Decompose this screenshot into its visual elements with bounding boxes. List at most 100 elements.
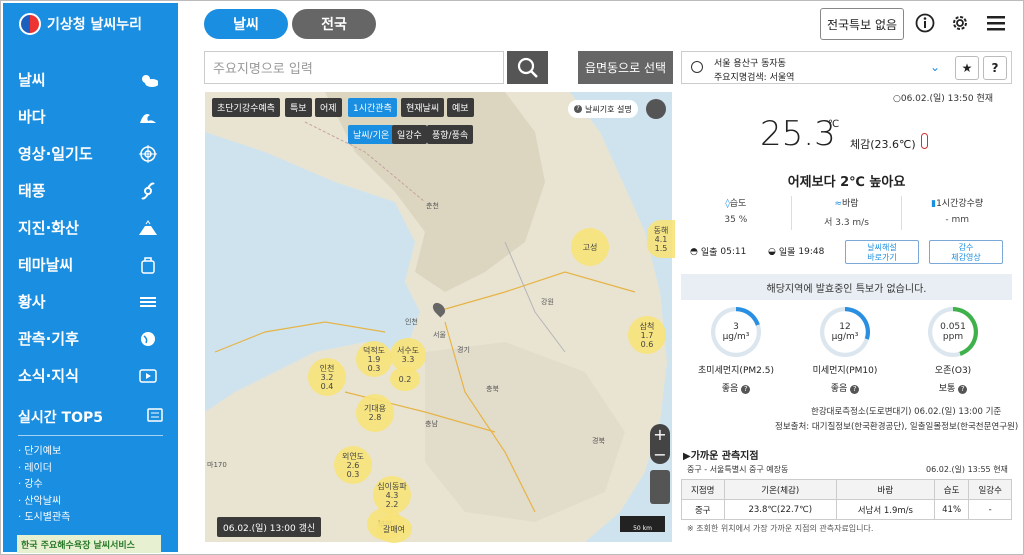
map-chip-forecast[interactable]: 예보 [447,98,474,117]
sidebar-item-dust[interactable]: 황사 [3,283,178,320]
station-value: 3.2 [320,372,334,382]
station-bubble[interactable]: 인천 3.2 0.4 [308,358,346,396]
sidebar-item-theme[interactable]: 테마날씨 [3,246,178,283]
air-name: 미세먼지(PM10) [812,366,878,376]
beach-weather-banner[interactable]: 한국 주요해수욕장 날씨서비스 [17,535,161,553]
map-chip-hourly-obs[interactable]: 1시간관측 [348,98,397,117]
station-name: 덕적도 [362,345,386,355]
map-chip-nowcast[interactable]: 초단기강수예측 [212,98,280,117]
nearby-station-table: 지점명 기온(체감) 바람 습도 일강수 중구 23.8℃(22.7℃) 서남서… [681,479,1012,520]
wind-icon: ≈ [834,199,842,209]
station-bubble[interactable]: 갈매여 [376,515,412,543]
sunset-icon: ◒ [768,246,776,257]
sidebar-item-label: 영상·일기도 [18,145,93,163]
station-value: 0.2 [398,374,412,384]
sidebar-item-weather[interactable]: 날씨 [3,61,178,98]
site-logo[interactable]: 기상청 날씨누리 [19,13,142,35]
sidebar-item-observation[interactable]: 관측·기후 [3,320,178,357]
list-icon[interactable] [147,408,163,426]
search-input[interactable]: 주요지명으로 입력 [204,51,504,84]
humidity-label: ◊습도 [681,196,791,209]
humidity-value: 35 % [724,215,748,225]
sidebar-item-earthquake[interactable]: 지진·화산 [3,209,178,246]
map-updated-time: 06.02.(일) 13:00 갱신 [217,517,322,537]
station-bubble[interactable]: 기대용 2.8 [356,394,394,432]
top5-item[interactable]: 강수 [18,477,163,494]
weather-map[interactable]: 춘천 강원 인천 서울 경기 충북 충남 경북 마170 [205,92,672,542]
map-chip-current-weather[interactable]: 현재날씨 [401,98,445,117]
sidebar-item-label: 소식·지식 [18,367,79,385]
info-icon[interactable] [914,12,936,34]
city-label: 서울 [433,331,446,339]
station-bubble[interactable]: 동해 4.1 1.5 [647,220,675,258]
sunset-time: 19:48 [798,246,825,257]
info-source: 정보출처: 대기질정보(한국환경공단), 일출일몰정보(한국천문연구원) [775,422,1019,432]
sidebar-item-satellite[interactable]: 영상·일기도 [3,135,178,172]
weather-symbol-help[interactable]: ? 날씨기호 설명 [568,100,638,118]
station-value: 3.3 [401,355,415,364]
grade-help-icon[interactable]: ? [741,385,751,394]
region-select-button[interactable]: 읍면동으로 선택 [578,51,673,84]
air-grade: 좋음 ? [795,381,895,394]
weather-commentary-button[interactable]: 날씨해설 바로가기 [845,240,919,264]
station-bubble[interactable]: 외연도 2.6 0.3 [334,446,372,484]
city-label: 충북 [486,385,499,393]
station-value: 1.7 [640,330,654,340]
top5-item[interactable]: 레이더 [18,461,163,478]
grade-help-icon[interactable]: ? [958,385,968,394]
map-layer-tool[interactable] [650,470,670,504]
city-label: 충남 [425,420,438,428]
air-name: 초미세먼지(PM2.5) [698,366,774,376]
sidebar-item-label: 테마날씨 [18,256,74,274]
map-chip-warning[interactable]: 특보 [285,98,312,117]
table-header: 바람 [835,479,935,500]
search-button[interactable] [507,51,548,84]
chevron-down-icon[interactable]: ⌄ [930,60,940,74]
station-bubble[interactable]: 덕적도 1.9 0.3 [356,341,392,377]
grade-help-icon[interactable]: ? [850,385,860,394]
sidebar-item-label: 태풍 [18,182,46,200]
location-selector[interactable]: 서울 용산구 동자동 주요지명검색: 서울역 ⌄ ★ ? [681,51,1012,84]
map-chip-yesterday[interactable]: 어제 [315,98,342,117]
feel-video-button[interactable]: 감수 체감영상 [929,240,1003,264]
nearby-station-note: ※ 조회한 위치에서 가장 가까운 지점의 관측자료입니다. [687,524,874,533]
sidebar-item-news[interactable]: 소식·지식 [3,357,178,394]
zoom-out-button[interactable]: − [653,445,666,464]
station-value: 0.4 [320,381,334,391]
tab-weather[interactable]: 날씨 [204,9,288,39]
station-bubble[interactable]: 삼척 1.7 0.6 [628,316,666,354]
sidebar-item-label: 지진·화산 [18,219,79,237]
settings-gear-icon[interactable] [949,12,971,34]
nearby-station-time: 06.02.(일) 13:55 현재 [926,465,1008,474]
current-location-icon[interactable] [691,61,703,73]
zoom-in-button[interactable]: + [653,425,666,444]
air-grade: 보통 ? [903,381,1003,394]
top5-item[interactable]: 도시별관측 [18,510,163,527]
location-name: 서울 용산구 동자동 [714,59,786,69]
wind-label-text: 바람 [842,199,859,209]
map-chip-wind[interactable]: 풍향/풍속 [427,125,474,144]
help-question-icon[interactable]: ? [983,56,1007,80]
sidebar-item-sea[interactable]: 바다 [3,98,178,135]
sunrise-icon: ◓ [690,246,698,257]
top5-item[interactable]: 산악날씨 [18,494,163,511]
external-link-icon[interactable] [646,99,666,119]
station-bubble[interactable]: 0.2 [390,367,420,391]
sidebar-item-typhoon[interactable]: 태풍 [3,172,178,209]
national-warning-button[interactable]: 전국특보 없음 [820,8,904,40]
top5-item[interactable]: 단기예보 [18,444,163,461]
map-chip-daily-rain[interactable]: 일강수 [392,125,427,144]
map-chip-weather-temp[interactable]: 날씨/기온 [348,125,395,144]
menu-icon[interactable] [985,12,1007,34]
table-header: 지점명 [681,479,725,500]
video-icon [138,366,158,386]
favorite-star-icon[interactable]: ★ [955,56,979,80]
station-bubble[interactable]: 고성 [571,228,609,266]
temperature-unit: ℃ [828,119,840,130]
tab-national[interactable]: 전국 [292,9,376,39]
air-unit: μg/m³ [722,332,750,342]
sunrise-label: 일출 [700,248,718,258]
location-sub: 주요지명검색: 서울역 [714,73,795,83]
air-value: 12 [839,322,851,332]
station-value: 2.8 [368,413,382,422]
